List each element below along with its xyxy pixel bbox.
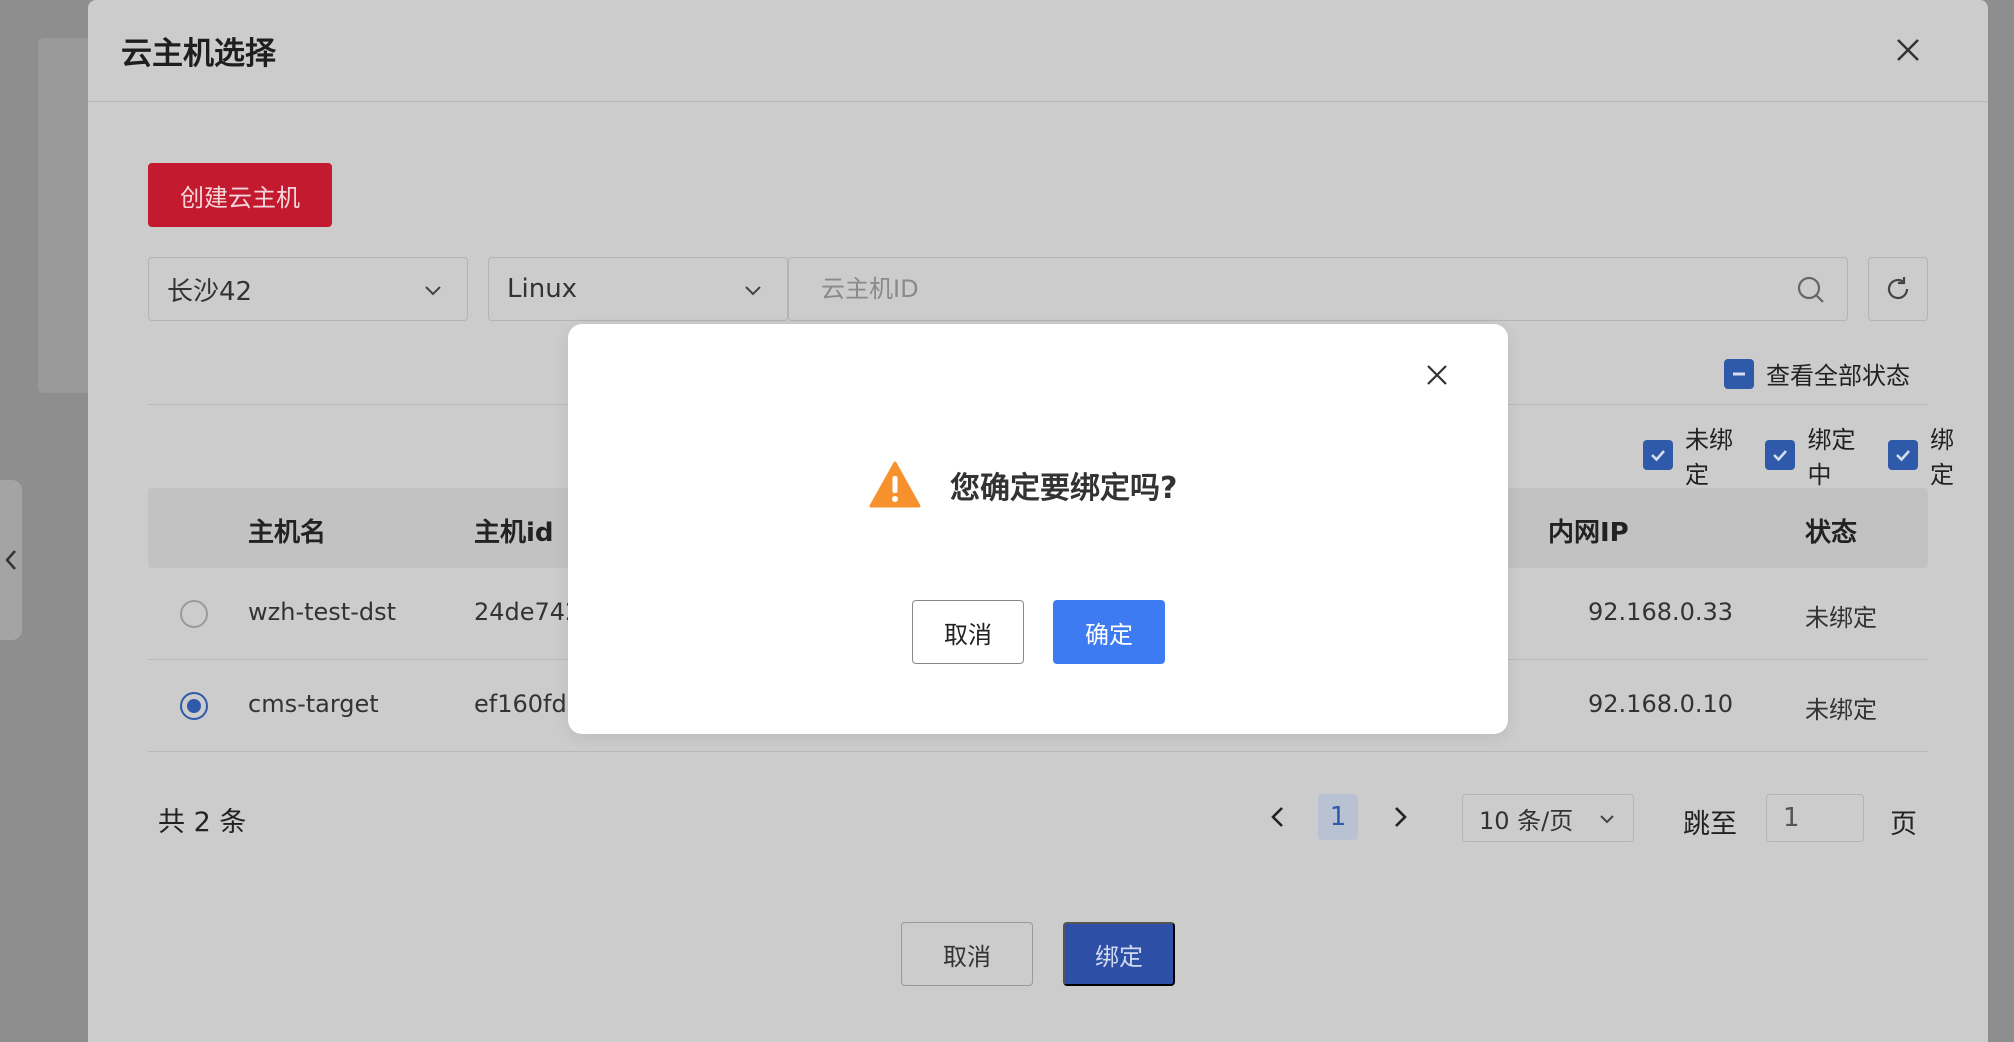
- row-radio[interactable]: [180, 600, 208, 628]
- col-status: 状态: [1805, 518, 1858, 548]
- cell-ip: 92.168.0.33: [1588, 598, 1734, 626]
- refresh-icon: [1887, 277, 1909, 300]
- page-number-current[interactable]: 1: [1318, 794, 1358, 840]
- modal-close-button[interactable]: [1888, 30, 1928, 70]
- col-private-ip: 内网IP: [1548, 518, 1629, 548]
- filter-label: 绑定中: [1807, 426, 1856, 489]
- filter-binding[interactable]: 绑定中: [1765, 420, 1871, 490]
- vm-id-search: [788, 257, 1848, 321]
- modal-bind-button[interactable]: 绑定: [1063, 922, 1175, 986]
- confirm-close-button[interactable]: [1422, 360, 1452, 390]
- chevron-left-icon[interactable]: [1263, 800, 1293, 834]
- cell-hostname: cms-target: [248, 690, 379, 718]
- page-size-value: 10 条/页: [1479, 806, 1574, 835]
- page-suffix: 页: [1890, 809, 1917, 840]
- filter-label: 绑定: [1929, 426, 1954, 489]
- confirm-cancel-button[interactable]: 取消: [912, 600, 1024, 664]
- col-hostname: 主机名: [248, 518, 327, 548]
- filter-bound[interactable]: 绑定: [1887, 420, 1972, 490]
- checkbox-indeterminate: [1724, 358, 1754, 389]
- cell-status: 未绑定: [1805, 696, 1877, 724]
- search-icon[interactable]: [1795, 274, 1827, 306]
- cell-host-id: 24de742: [474, 598, 581, 626]
- cell-ip: 92.168.0.10: [1588, 690, 1734, 718]
- chevron-down-icon: [1600, 815, 1614, 824]
- cell-hostname: wzh-test-dst: [248, 598, 396, 626]
- filter-label: 未绑定: [1685, 426, 1733, 489]
- check-icon: [1887, 440, 1918, 470]
- confirm-ok-button[interactable]: 确定: [1053, 600, 1165, 664]
- refresh-button[interactable]: [1868, 257, 1928, 321]
- modal-title: 云主机选择: [121, 36, 276, 72]
- page-size-select[interactable]: 10 条/页: [1462, 794, 1634, 842]
- region-select[interactable]: 长沙42: [148, 257, 468, 321]
- cell-host-id: ef160fd5: [474, 690, 582, 718]
- check-icon: [1765, 440, 1796, 470]
- chevron-down-icon: [745, 286, 761, 296]
- view-all-status-label: 查看全部状态: [1766, 362, 1910, 390]
- modal-header: 云主机选择: [88, 0, 1988, 102]
- status-filters: 未绑定 绑定中 绑定: [1643, 420, 1988, 490]
- close-icon: [1897, 39, 1919, 61]
- os-select-value: Linux: [507, 274, 578, 304]
- warning-icon: [869, 461, 921, 508]
- region-select-value: 长沙42: [167, 276, 253, 307]
- create-vm-button[interactable]: 创建云主机: [148, 163, 332, 227]
- view-all-status-checkbox[interactable]: 查看全部状态: [1724, 356, 1910, 391]
- filter-unbound[interactable]: 未绑定: [1643, 420, 1749, 490]
- confirm-dialog: 您确定要绑定吗? 取消 确定: [568, 324, 1508, 734]
- chevron-left-icon: [5, 550, 16, 570]
- close-icon: [1427, 365, 1447, 385]
- pagination-total: 共 2 条: [158, 807, 247, 838]
- confirm-message: 您确定要绑定吗?: [950, 471, 1178, 506]
- row-radio[interactable]: [180, 692, 208, 720]
- jump-page-input[interactable]: 1: [1766, 794, 1864, 842]
- jump-label: 跳至: [1683, 809, 1737, 840]
- check-icon: [1643, 440, 1673, 470]
- collapse-sidebar-tab[interactable]: [0, 480, 22, 640]
- chevron-down-icon: [425, 286, 441, 296]
- modal-cancel-button[interactable]: 取消: [901, 922, 1033, 986]
- os-select[interactable]: Linux: [488, 257, 788, 321]
- col-host-id: 主机id: [474, 518, 554, 548]
- chevron-right-icon[interactable]: [1385, 800, 1415, 834]
- search-input[interactable]: [789, 258, 1847, 320]
- cell-status: 未绑定: [1805, 604, 1877, 632]
- confirm-body: 您确定要绑定吗?: [868, 460, 1177, 510]
